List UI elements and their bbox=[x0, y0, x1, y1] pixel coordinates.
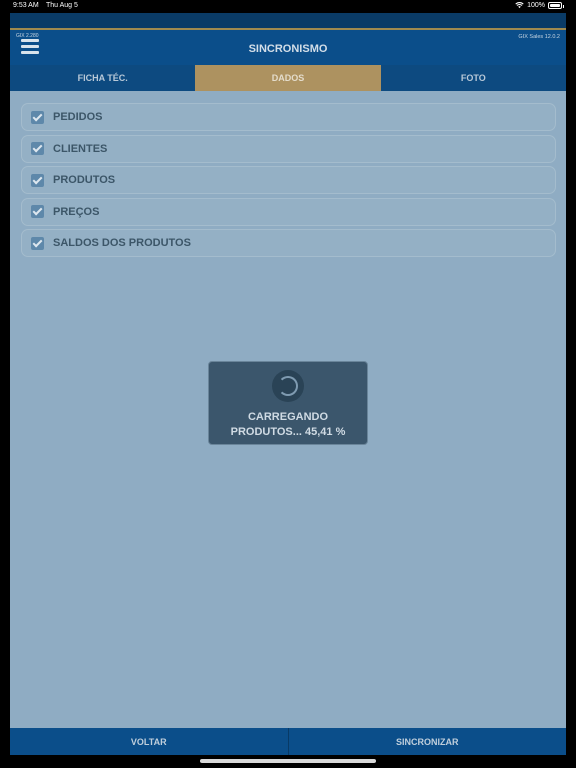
status-bar: 9:53 AM Thu Aug 5 100% bbox=[0, 0, 576, 13]
sync-item-label: SALDOS DOS PRODUTOS bbox=[53, 237, 191, 249]
sync-item-label: PEDIDOS bbox=[53, 111, 103, 123]
loading-message: CARREGANDO PRODUTOS... 45,41 % bbox=[209, 410, 367, 440]
wifi-icon bbox=[515, 2, 524, 9]
checkbox-checked-icon[interactable] bbox=[31, 205, 44, 218]
sync-item-label: PREÇOS bbox=[53, 205, 100, 218]
sync-item-produtos[interactable]: PRODUTOS bbox=[21, 166, 556, 194]
home-indicator[interactable] bbox=[200, 759, 376, 763]
checkbox-checked-icon[interactable] bbox=[31, 236, 44, 250]
battery-percent: 100% bbox=[527, 1, 545, 9]
tab-dados[interactable]: DADOS bbox=[195, 65, 381, 91]
footer-toolbar: VOLTAR SINCRONIZAR bbox=[10, 728, 566, 755]
app-window: GIX 2.280 GIX Sales 12.0.2 SINCRONISMO F… bbox=[10, 13, 566, 755]
page-title: SINCRONISMO bbox=[248, 43, 328, 55]
sync-item-list: PEDIDOS CLIENTES PRODUTOS PREÇOS SALDOS … bbox=[21, 103, 556, 261]
checkbox-checked-icon[interactable] bbox=[31, 173, 44, 187]
tab-foto[interactable]: FOTO bbox=[380, 65, 566, 91]
sync-item-clientes[interactable]: CLIENTES bbox=[21, 134, 556, 163]
back-button[interactable]: VOLTAR bbox=[10, 728, 288, 755]
version-label-right: GIX Sales 12.0.2 bbox=[518, 34, 560, 40]
sync-item-precos[interactable]: PREÇOS bbox=[21, 197, 556, 226]
sync-item-pedidos[interactable]: PEDIDOS bbox=[21, 103, 556, 131]
sync-item-label: CLIENTES bbox=[53, 142, 108, 155]
loading-spinner-icon bbox=[272, 370, 304, 402]
loading-line-1: CARREGANDO bbox=[247, 411, 329, 423]
sync-item-saldos-produtos[interactable]: SALDOS DOS PRODUTOS bbox=[21, 229, 556, 257]
tab-ficha-tec[interactable]: FICHA TÉC. bbox=[10, 65, 196, 91]
sync-button[interactable]: SINCRONIZAR bbox=[287, 728, 567, 755]
sync-item-label: PRODUTOS bbox=[53, 174, 116, 186]
header: GIX 2.280 GIX Sales 12.0.2 SINCRONISMO bbox=[10, 13, 566, 65]
checkbox-checked-icon[interactable] bbox=[31, 110, 44, 124]
status-time: 9:53 AM bbox=[13, 2, 39, 9]
battery-icon bbox=[548, 1, 564, 9]
loading-line-2: PRODUTOS... 45,41 % bbox=[230, 426, 346, 438]
tab-bar: FICHA TÉC. DADOS FOTO bbox=[10, 65, 566, 91]
status-right: 100% bbox=[515, 1, 564, 9]
loading-dialog: CARREGANDO PRODUTOS... 45,41 % bbox=[208, 361, 368, 445]
checkbox-checked-icon[interactable] bbox=[31, 142, 44, 155]
status-date: Thu Aug 5 bbox=[46, 2, 78, 9]
